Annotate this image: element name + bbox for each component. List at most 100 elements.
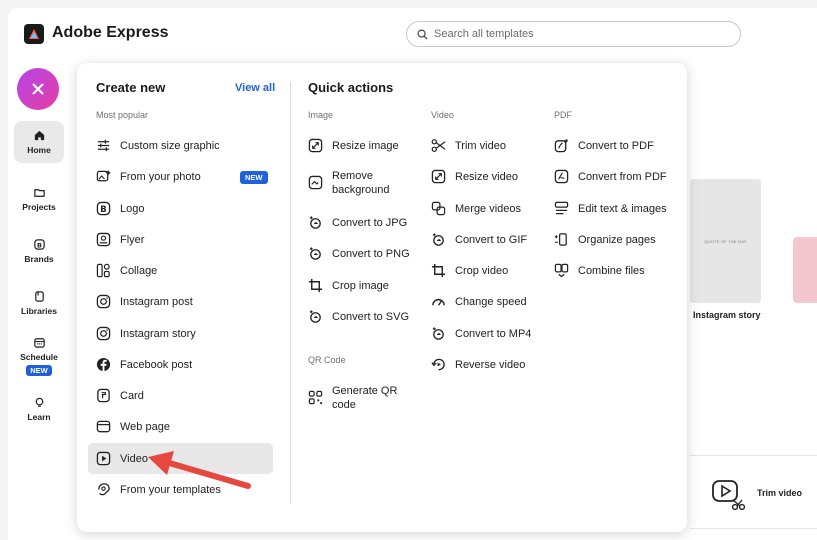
qa-resize-image[interactable]: Resize image bbox=[308, 138, 399, 153]
calendar-icon bbox=[33, 338, 45, 348]
qr-code-heading: QR Code bbox=[308, 355, 346, 365]
rail-item-brands[interactable]: B Brands bbox=[14, 238, 64, 264]
template-thumbnail[interactable]: QUOTE OF THE DAY bbox=[690, 179, 761, 303]
rail-label-libraries: Libraries bbox=[21, 306, 57, 316]
create-custom-size[interactable]: Custom size graphic bbox=[96, 138, 220, 153]
webpage-icon bbox=[96, 420, 111, 433]
organize-pages-icon bbox=[554, 233, 567, 246]
create-collage[interactable]: Collage bbox=[96, 263, 157, 278]
rail-item-learn[interactable]: Learn bbox=[14, 396, 64, 422]
convert-icon bbox=[309, 310, 321, 323]
facebook-icon bbox=[96, 357, 111, 372]
search-bar[interactable] bbox=[406, 21, 741, 47]
create-flyer[interactable]: Flyer bbox=[96, 232, 144, 247]
qr-code-icon bbox=[308, 390, 323, 405]
home-icon bbox=[34, 130, 44, 141]
qa-reverse-video[interactable]: Reverse video bbox=[431, 357, 525, 372]
create-label: Flyer bbox=[120, 233, 145, 246]
qa-edit-text-images[interactable]: Edit text & images bbox=[554, 201, 667, 216]
qa-label: Convert to SVG bbox=[332, 310, 410, 323]
qa-label: Combine files bbox=[578, 264, 645, 277]
qa-label: Convert to PDF bbox=[578, 139, 654, 152]
qa-convert-png[interactable]: Convert to PNG bbox=[308, 246, 410, 261]
qa-label: Crop video bbox=[455, 264, 509, 277]
divider bbox=[690, 455, 817, 456]
create-web-page[interactable]: Web page bbox=[96, 419, 170, 434]
qa-label: Crop image bbox=[332, 279, 389, 292]
rail-item-projects[interactable]: Projects bbox=[14, 186, 64, 212]
trim-video-icon[interactable] bbox=[711, 478, 745, 512]
qa-trim-video[interactable]: Trim video bbox=[431, 138, 506, 153]
qa-organize-pages[interactable]: Organize pages bbox=[554, 232, 656, 247]
qa-label: Convert to JPG bbox=[332, 216, 408, 229]
create-instagram-post[interactable]: Instagram post bbox=[96, 294, 193, 309]
qa-label: Reverse video bbox=[455, 358, 526, 371]
qa-convert-gif[interactable]: Convert to GIF bbox=[431, 232, 527, 247]
create-logo[interactable]: B Logo bbox=[96, 201, 144, 216]
close-create-button[interactable] bbox=[17, 68, 59, 110]
convert-icon bbox=[309, 216, 321, 229]
annotation-arrow bbox=[148, 451, 251, 489]
create-facebook-post[interactable]: Facebook post bbox=[96, 357, 192, 372]
create-from-photo[interactable]: From your photo bbox=[96, 169, 201, 184]
templates-icon bbox=[98, 483, 110, 496]
qa-remove-background[interactable]: Remove background bbox=[308, 169, 402, 197]
rail-item-schedule[interactable]: Schedule NEW bbox=[14, 336, 64, 376]
instagram-icon bbox=[96, 294, 111, 309]
rail-item-home[interactable]: Home bbox=[14, 121, 64, 163]
new-badge: NEW bbox=[26, 365, 52, 376]
convert-icon bbox=[432, 327, 444, 340]
adobe-express-logo[interactable] bbox=[24, 24, 44, 44]
instagram-icon bbox=[96, 326, 111, 341]
qa-crop-video[interactable]: Crop video bbox=[431, 263, 508, 278]
qa-convert-to-pdf[interactable]: Convert to PDF bbox=[554, 138, 654, 153]
folder-icon bbox=[33, 189, 45, 197]
qa-crop-image[interactable]: Crop image bbox=[308, 278, 389, 293]
crop-icon bbox=[308, 278, 323, 293]
trim-video-label: Trim video bbox=[757, 488, 803, 498]
brand-icon: B bbox=[33, 239, 45, 250]
qa-convert-from-pdf[interactable]: Convert from PDF bbox=[554, 169, 667, 184]
image-heading: Image bbox=[308, 110, 334, 120]
edit-text-icon bbox=[554, 201, 569, 215]
convert-icon bbox=[309, 247, 321, 260]
qa-label: Convert to GIF bbox=[455, 233, 528, 246]
combine-files-icon bbox=[554, 263, 569, 278]
rail-item-libraries[interactable]: Libraries bbox=[14, 290, 64, 316]
qa-label: Organize pages bbox=[578, 233, 656, 246]
create-instagram-story[interactable]: Instagram story bbox=[96, 326, 196, 341]
video-play-icon bbox=[96, 451, 111, 466]
qa-label: Resize image bbox=[332, 139, 399, 152]
qa-generate-qr[interactable]: Generate QR code bbox=[308, 384, 402, 412]
qa-resize-video[interactable]: Resize video bbox=[431, 169, 518, 184]
view-all-link[interactable]: View all bbox=[235, 82, 275, 94]
qa-convert-mp4[interactable]: Convert to MP4 bbox=[431, 326, 531, 341]
search-input[interactable] bbox=[434, 28, 714, 40]
create-new-heading: Create new bbox=[96, 80, 166, 95]
create-card[interactable]: Card bbox=[96, 388, 144, 403]
crop-icon bbox=[431, 263, 446, 278]
qa-label: Resize video bbox=[455, 170, 518, 183]
qa-label: Remove background bbox=[332, 170, 390, 196]
sliders-icon bbox=[97, 139, 110, 152]
qa-combine-files[interactable]: Combine files bbox=[554, 263, 645, 278]
quick-actions-heading: Quick actions bbox=[308, 80, 394, 95]
template-quote-text: QUOTE OF THE DAY bbox=[704, 238, 747, 244]
create-label: Instagram post bbox=[120, 295, 193, 308]
rail-label-brands: Brands bbox=[24, 254, 54, 264]
qa-convert-svg[interactable]: Convert to SVG bbox=[308, 309, 409, 324]
most-popular-heading: Most popular bbox=[96, 110, 149, 120]
qa-change-speed[interactable]: Change speed bbox=[431, 294, 527, 309]
lightbulb-icon bbox=[35, 397, 43, 407]
qa-convert-jpg[interactable]: Convert to JPG bbox=[308, 215, 407, 230]
close-icon bbox=[32, 83, 44, 95]
qa-merge-videos[interactable]: Merge videos bbox=[431, 201, 521, 216]
template-thumbnail-2[interactable] bbox=[793, 237, 817, 303]
photo-magic-icon bbox=[96, 169, 111, 182]
create-label: Instagram story bbox=[120, 327, 196, 340]
qa-label: Merge videos bbox=[455, 202, 522, 215]
svg-text:B: B bbox=[100, 204, 106, 214]
flyer-icon bbox=[96, 232, 111, 247]
svg-text:B: B bbox=[37, 241, 42, 249]
create-label: Collage bbox=[120, 264, 158, 277]
